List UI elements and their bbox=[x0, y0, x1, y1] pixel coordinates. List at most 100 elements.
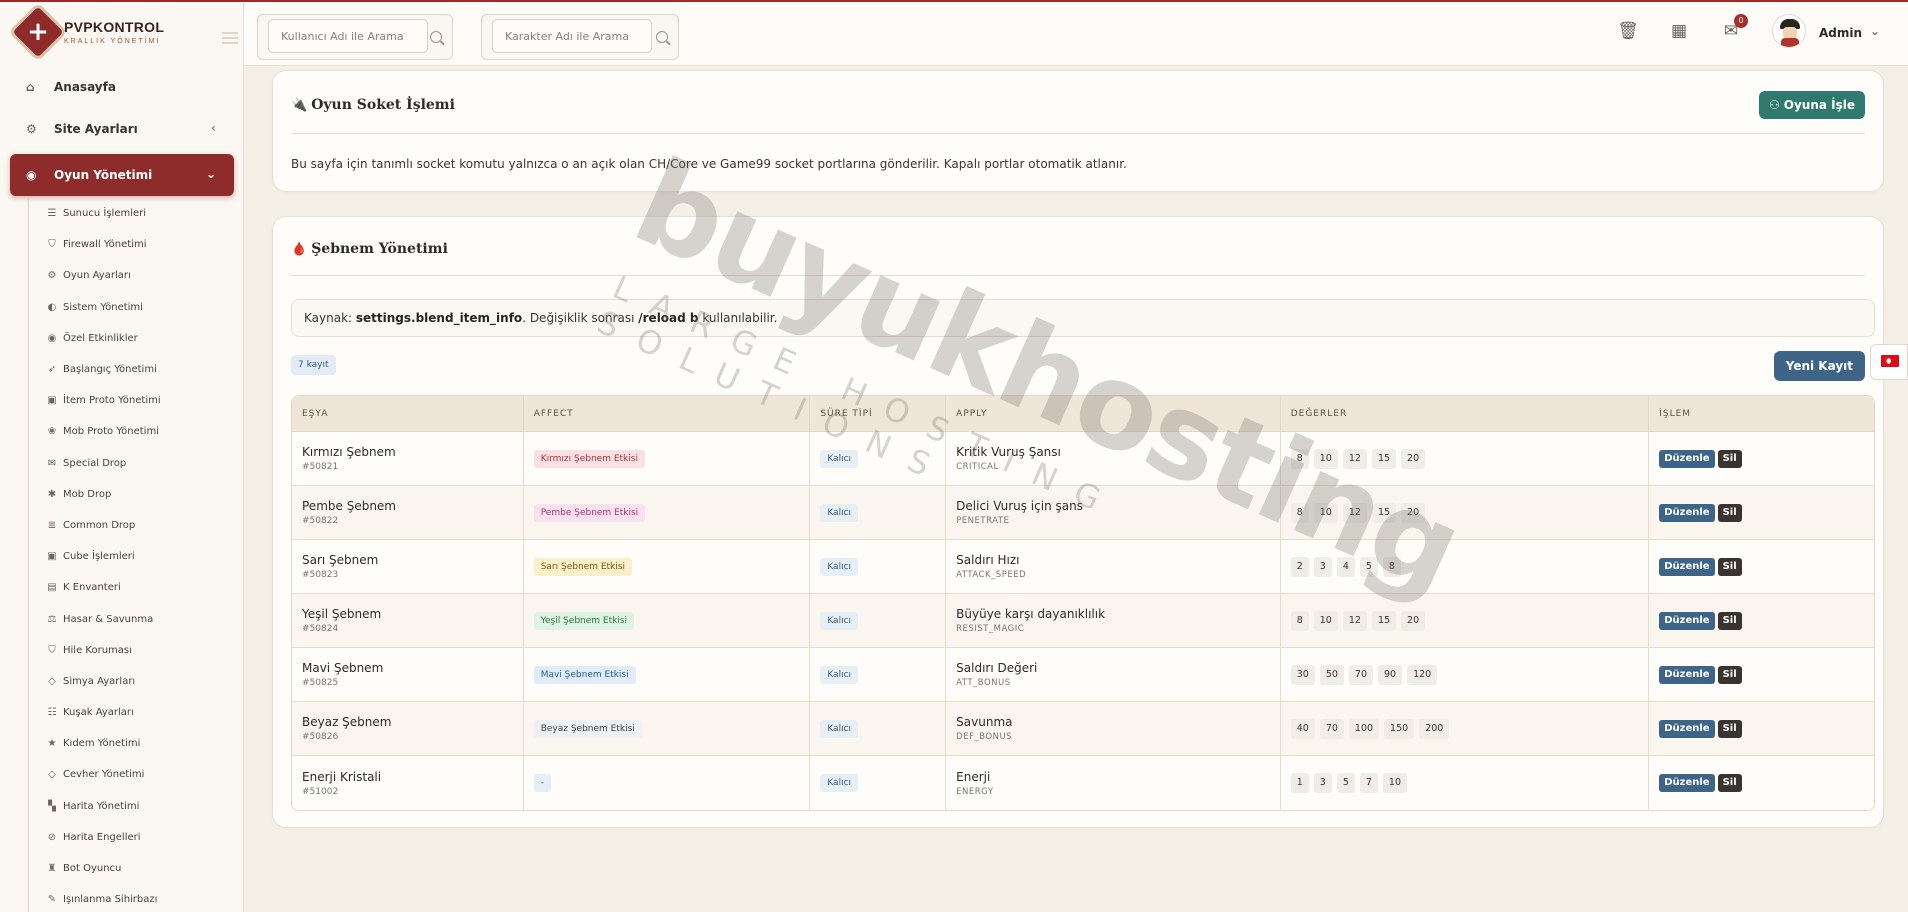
column-header[interactable]: SÜRE TİPİ bbox=[810, 396, 947, 432]
sidebar-subitem[interactable]: ⊘ Harita Engelleri bbox=[29, 822, 228, 853]
cell-actions: Düzenle Sil bbox=[1649, 702, 1874, 756]
delete-button[interactable]: Sil bbox=[1717, 665, 1742, 684]
cell-item: Sarı Şebnem #50823 bbox=[292, 540, 524, 594]
avatar[interactable] bbox=[1772, 14, 1806, 48]
cell-values: 8 10 12 15 20 bbox=[1280, 486, 1650, 540]
value-chip: 40 bbox=[1290, 718, 1315, 739]
cell-actions: Düzenle Sil bbox=[1649, 648, 1874, 702]
column-header[interactable]: EŞYA bbox=[292, 396, 524, 432]
sidebar-subitem[interactable]: ✱ Mob Drop bbox=[29, 479, 228, 510]
cell-apply: Saldırı Değeri ATT_BONUS bbox=[946, 648, 1281, 702]
duration-chip: Kalıcı bbox=[820, 719, 859, 738]
sidebar-subitem[interactable]: ⛉ Hile Koruması bbox=[29, 635, 228, 666]
edit-button[interactable]: Düzenle bbox=[1659, 557, 1715, 576]
sidebar-item-anasayfa[interactable]: ⌂ Anasayfa bbox=[10, 66, 234, 108]
delete-button[interactable]: Sil bbox=[1717, 774, 1742, 792]
character-search-input[interactable] bbox=[492, 19, 652, 53]
cube-icon: ▣ bbox=[47, 395, 57, 407]
sidebar-subitem[interactable]: ⚙ Oyun Ayarları bbox=[29, 260, 228, 291]
item-id: #50821 bbox=[302, 462, 339, 472]
trash-icon[interactable]: 🗑 bbox=[1617, 20, 1639, 42]
edit-button[interactable]: Düzenle bbox=[1659, 503, 1715, 522]
sidebar-subitem-label: Hile Koruması bbox=[63, 644, 132, 656]
ban-icon: ⊘ bbox=[47, 831, 57, 843]
edit-button[interactable]: Düzenle bbox=[1659, 719, 1715, 738]
sidebar-subitem[interactable]: ▣ İtem Proto Yönetimi bbox=[29, 385, 228, 416]
search-icon[interactable] bbox=[430, 31, 442, 43]
sidebar-subitem[interactable]: ⚖ Hasar & Savunma bbox=[29, 603, 228, 634]
cell-duration: Kalıcı bbox=[810, 486, 947, 540]
edit-button[interactable]: Düzenle bbox=[1659, 611, 1715, 630]
sidebar-subitem[interactable]: ➶ Başlangıç Yönetimi bbox=[29, 354, 228, 385]
value-chip: 5 bbox=[1359, 556, 1378, 577]
delete-button[interactable]: Sil bbox=[1717, 611, 1742, 630]
duration-chip: Kalıcı bbox=[820, 557, 859, 576]
plus-icon: + bbox=[27, 17, 49, 47]
sidebar-subitem-label: Bot Oyuncu bbox=[63, 863, 122, 875]
column-header[interactable]: AFFECT bbox=[523, 396, 811, 432]
sidebar-subitem[interactable]: ❀ Mob Proto Yönetimi bbox=[29, 416, 228, 447]
cell-values: 40 70 100 150 200 bbox=[1280, 702, 1650, 756]
value-chip: 20 bbox=[1401, 502, 1426, 523]
sidebar-item-site-ayarlari[interactable]: ⚙ Site Ayarları ‹ bbox=[10, 108, 234, 150]
edit-button[interactable]: Düzenle bbox=[1659, 665, 1715, 684]
sidebar-subitem[interactable]: ★ Kıdem Yönetimi bbox=[29, 728, 228, 759]
new-record-button[interactable]: Yeni Kayıt bbox=[1773, 351, 1865, 381]
sidebar-subitem[interactable]: ▤ K Envanteri bbox=[29, 572, 228, 603]
sidebar-item-label: Site Ayarları bbox=[54, 122, 138, 136]
blend-table: EŞYA AFFECT SÜRE TİPİ APPLY DEĞERLER İŞL… bbox=[291, 395, 1875, 811]
delete-button[interactable]: Sil bbox=[1717, 503, 1742, 522]
sidebar-subitem[interactable]: ◇ Simya Ayarları bbox=[29, 666, 228, 697]
sidebar-subitem-label: Kuşak Ayarları bbox=[63, 707, 134, 719]
edit-button[interactable]: Düzenle bbox=[1659, 774, 1715, 792]
sidebar-subitem[interactable]: ✉ Special Drop bbox=[29, 448, 228, 479]
turkey-flag-icon bbox=[1881, 355, 1899, 367]
sidebar-subitem[interactable]: ♜ Bot Oyuncu bbox=[29, 853, 228, 884]
apply-name: Delici Vuruş için şans bbox=[956, 499, 1083, 513]
item-name: Mavi Şebnem bbox=[302, 661, 384, 675]
cell-affect: Sarı Şebnem Etkisi bbox=[523, 540, 811, 594]
delete-button[interactable]: Sil bbox=[1717, 719, 1742, 738]
menu-toggle-icon[interactable] bbox=[222, 32, 238, 44]
brand[interactable]: + PVPKONTROL KRALLIK YÖNETİMİ bbox=[12, 6, 238, 62]
edit-button[interactable]: Düzenle bbox=[1659, 449, 1715, 468]
sidebar-subitem[interactable]: ☰ Sunucu İşlemleri bbox=[29, 198, 228, 229]
sidebar-subitem[interactable]: ◇ Cevher Yönetimi bbox=[29, 759, 228, 790]
value-chip: 20 bbox=[1401, 610, 1426, 631]
value-chip: 70 bbox=[1348, 664, 1373, 685]
sidebar-subitem[interactable]: ◐ Sistem Yönetimi bbox=[29, 292, 228, 323]
sidebar-subitem[interactable]: ≣ Common Drop bbox=[29, 510, 228, 541]
sidebar-subitem[interactable]: ▣ Cube İşlemleri bbox=[29, 541, 228, 572]
notification-badge: 0 bbox=[1734, 14, 1748, 28]
admin-name[interactable]: Admin bbox=[1819, 26, 1862, 40]
cell-apply: Saldırı Hızı ATTACK_SPEED bbox=[946, 540, 1281, 594]
sidebar-subitem[interactable]: ▚ Harita Yönetimi bbox=[29, 791, 228, 822]
delete-button[interactable]: Sil bbox=[1717, 557, 1742, 576]
cell-apply: Enerji ENERGY bbox=[946, 756, 1281, 810]
cell-actions: Düzenle Sil bbox=[1649, 540, 1874, 594]
calendar-icon[interactable]: ▦ bbox=[1668, 20, 1690, 42]
bug-icon: ✱ bbox=[47, 488, 57, 500]
sidebar-subitem-label: Harita Engelleri bbox=[63, 831, 141, 843]
cell-affect: - bbox=[523, 756, 811, 810]
sidebar-subitem[interactable]: ✎ Işınlanma Sihirbazı bbox=[29, 884, 228, 912]
apply-code: RESIST_MAGIC bbox=[956, 624, 1025, 634]
sidebar-subitem[interactable]: ☷ Kuşak Ayarları bbox=[29, 697, 228, 728]
send-to-game-button[interactable]: ⚇ Oyuna İşle bbox=[1758, 91, 1865, 119]
sidebar-subitem[interactable]: ◉ Özel Etkinlikler bbox=[29, 323, 228, 354]
sidebar-subitem[interactable]: ⛉ Firewall Yönetimi bbox=[29, 229, 228, 260]
chevron-down-icon[interactable]: ⌄ bbox=[1870, 24, 1880, 38]
column-header[interactable]: APPLY bbox=[946, 396, 1281, 432]
value-chip: 50 bbox=[1319, 664, 1344, 685]
table-row: Enerji Kristali #51002 - Kalıcı Enerji E… bbox=[292, 756, 1874, 810]
column-header[interactable]: DEĞERLER bbox=[1280, 396, 1650, 432]
table-row: Yeşil Şebnem #50824 Yeşil Şebnem Etkisi … bbox=[292, 594, 1874, 648]
gift-icon: ✉ bbox=[47, 457, 57, 469]
value-chip: 8 bbox=[1290, 610, 1309, 631]
value-chip: 200 bbox=[1419, 718, 1450, 739]
delete-button[interactable]: Sil bbox=[1717, 449, 1742, 468]
sidebar-item-oyun-yonetimi[interactable]: ◉ Oyun Yönetimi ⌄ bbox=[10, 154, 234, 196]
language-selector[interactable] bbox=[1870, 344, 1908, 380]
user-search-input[interactable] bbox=[268, 19, 428, 53]
search-icon[interactable] bbox=[656, 31, 668, 43]
